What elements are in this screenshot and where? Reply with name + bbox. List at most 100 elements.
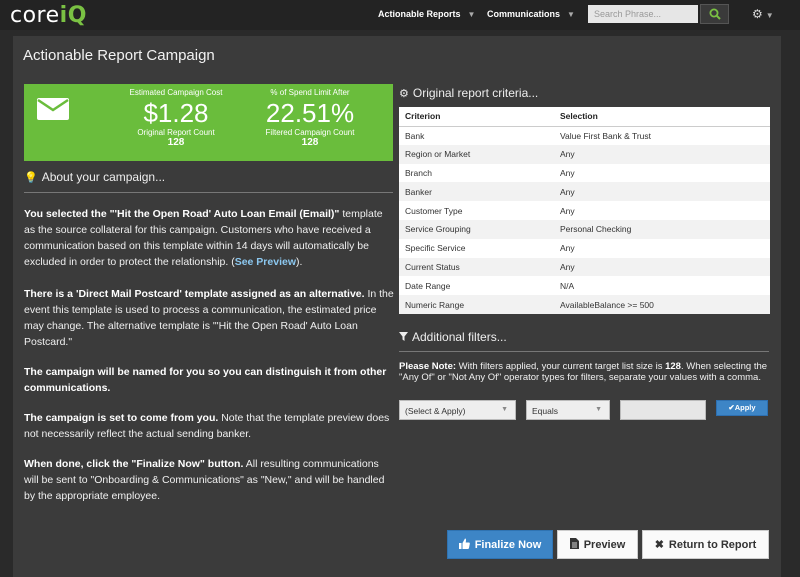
- table-row: Branch Any: [399, 163, 770, 183]
- spend-label: % of Spend Limit After: [270, 88, 350, 97]
- return-to-report-button[interactable]: ✖ Return to Report: [642, 530, 769, 559]
- selection-cell: Any: [554, 201, 770, 220]
- criterion-cell: Numeric Range: [399, 295, 554, 314]
- coreiq-logo[interactable]: coreiQ: [10, 3, 87, 28]
- criterion-cell: Bank: [399, 126, 554, 145]
- campaign-panel: Actionable Report Campaign Estimated Cam…: [13, 36, 781, 577]
- criterion-cell: Current Status: [399, 257, 554, 277]
- paragraph-bold: There is a 'Direct Mail Postcard' templa…: [24, 288, 365, 300]
- filtered-count-value: 128: [301, 137, 319, 148]
- table-header-row: Criterion Selection: [399, 107, 770, 127]
- table-row: Bank Value First Bank & Trust: [399, 126, 770, 145]
- about-paragraph-alternative: There is a 'Direct Mail Postcard' templa…: [24, 286, 394, 350]
- selection-cell: Any: [554, 163, 770, 183]
- column-header-selection: Selection: [554, 107, 770, 127]
- search-input[interactable]: [588, 5, 698, 23]
- apply-filter-button[interactable]: ✔Apply: [716, 400, 768, 416]
- apply-label: Apply: [734, 403, 756, 412]
- table-row: Current Status Any: [399, 257, 770, 277]
- campaign-stats-box: Estimated Campaign Cost $1.28 Original R…: [24, 84, 393, 161]
- chevron-down-icon: ▼: [467, 10, 476, 19]
- filter-field-select[interactable]: (Select & Apply) ▼: [399, 400, 516, 420]
- see-preview-link[interactable]: See Preview: [235, 256, 296, 268]
- about-paragraph-template: You selected the "'Hit the Open Road' Au…: [24, 206, 394, 270]
- paragraph-bold: When done, click the "Finalize Now" butt…: [24, 458, 244, 470]
- spend-value: 22.51%: [265, 98, 355, 128]
- spend-stat: % of Spend Limit After 22.51% Filtered C…: [245, 88, 375, 148]
- filters-heading-text: Additional filters...: [412, 330, 507, 344]
- top-nav-bar: coreiQ Actionable Reports ▼ Communication…: [0, 0, 800, 30]
- finalize-label: Finalize Now: [474, 538, 542, 551]
- preview-button[interactable]: Preview: [557, 530, 638, 559]
- about-paragraph-naming: The campaign will be named for you so yo…: [24, 364, 394, 396]
- logo-text: core: [10, 3, 60, 28]
- paragraph-text: ).: [296, 256, 303, 268]
- table-row: Service Grouping Personal Checking: [399, 219, 770, 239]
- template-name: You selected the "'Hit the Open Road' Au…: [24, 208, 340, 220]
- chevron-down-icon: ▼: [765, 11, 774, 20]
- cost-stat: Estimated Campaign Cost $1.28 Original R…: [111, 88, 241, 148]
- table-row: Date Range N/A: [399, 276, 770, 296]
- criteria-heading: ⚙ Original report criteria...: [399, 86, 538, 100]
- note-text: With filters applied, your current targe…: [456, 361, 666, 372]
- envelope-icon: [37, 98, 69, 125]
- original-count-label: Original Report Count: [137, 128, 215, 137]
- selection-cell: N/A: [554, 276, 770, 296]
- chevron-down-icon: ▼: [595, 406, 602, 413]
- close-icon: ✖: [654, 539, 664, 551]
- nav-actionable-reports[interactable]: Actionable Reports ▼: [378, 9, 475, 19]
- table-row: Region or Market Any: [399, 144, 770, 164]
- select-value: Equals: [532, 406, 558, 416]
- criterion-cell: Customer Type: [399, 201, 554, 220]
- search-button[interactable]: [700, 4, 729, 24]
- criterion-cell: Banker: [399, 182, 554, 202]
- criterion-cell: Specific Service: [399, 238, 554, 258]
- original-count-value: 128: [167, 137, 185, 148]
- nav-communications[interactable]: Communications ▼: [487, 9, 575, 19]
- search-icon: [709, 8, 721, 20]
- paragraph-bold: The campaign is set to come from you.: [24, 412, 219, 424]
- criteria-table: Criterion Selection Bank Value First Bank…: [399, 107, 770, 314]
- criterion-cell: Region or Market: [399, 144, 554, 164]
- filter-note: Please Note: With filters applied, your …: [399, 361, 774, 383]
- settings-menu[interactable]: ⚙ ▼: [752, 7, 774, 21]
- note-bold: Please Note:: [399, 361, 457, 372]
- document-icon: [569, 537, 579, 552]
- divider: [399, 351, 769, 352]
- filter-value-input[interactable]: [620, 400, 706, 420]
- selection-cell: AvailableBalance >= 500: [554, 295, 770, 314]
- filters-heading: Additional filters...: [399, 330, 507, 344]
- gear-icon: ⚙: [752, 7, 763, 21]
- chevron-down-icon: ▼: [567, 10, 575, 19]
- target-list-size: 128: [665, 361, 681, 372]
- selection-cell: Any: [554, 144, 770, 164]
- nav-item-label: Communications: [487, 9, 561, 19]
- chevron-down-icon: ▼: [501, 406, 508, 413]
- paragraph-bold: The campaign will be named for you so yo…: [24, 366, 387, 394]
- table-row: Customer Type Any: [399, 201, 770, 220]
- selection-cell: Value First Bank & Trust: [554, 126, 770, 145]
- about-heading-text: About your campaign...: [41, 170, 166, 184]
- column-header-criterion: Criterion: [399, 107, 554, 127]
- cost-value: $1.28: [143, 98, 209, 128]
- table-row: Numeric Range AvailableBalance >= 500: [399, 295, 770, 314]
- page-title: Actionable Report Campaign: [23, 47, 215, 64]
- filter-icon: [399, 330, 408, 344]
- gears-icon: ⚙: [399, 87, 409, 100]
- about-paragraph-finalize: When done, click the "Finalize Now" butt…: [24, 456, 394, 504]
- finalize-now-button[interactable]: Finalize Now: [447, 530, 553, 559]
- table-row: Banker Any: [399, 182, 770, 202]
- criterion-cell: Branch: [399, 163, 554, 183]
- selection-cell: Any: [554, 257, 770, 277]
- cost-label: Estimated Campaign Cost: [129, 88, 223, 97]
- select-value: (Select & Apply): [405, 406, 466, 416]
- thumbs-up-icon: [458, 538, 470, 552]
- filtered-count-label: Filtered Campaign Count: [265, 128, 355, 137]
- preview-label: Preview: [583, 538, 626, 551]
- table-row: Specific Service Any: [399, 238, 770, 258]
- selection-cell: Any: [554, 182, 770, 202]
- selection-cell: Any: [554, 238, 770, 258]
- logo-accent: iQ: [59, 3, 87, 28]
- about-heading: 💡 About your campaign...: [24, 170, 165, 184]
- filter-operator-select[interactable]: Equals ▼: [526, 400, 610, 420]
